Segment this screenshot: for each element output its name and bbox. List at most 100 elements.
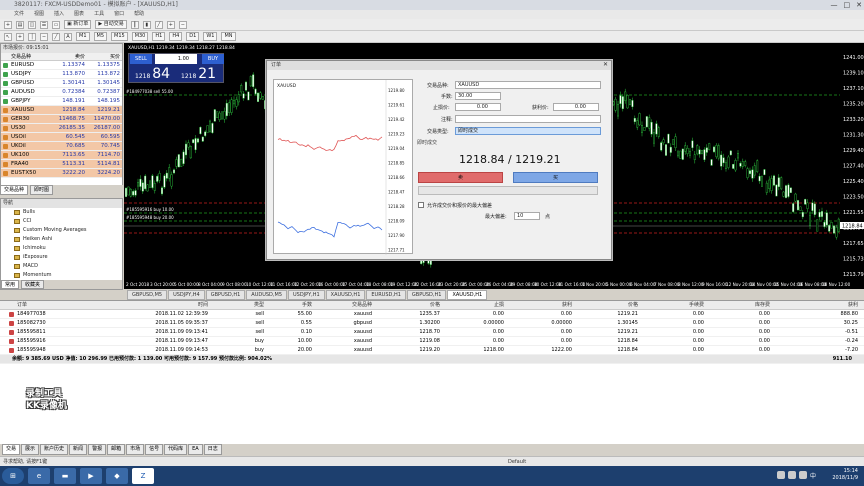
new-order-button[interactable]: ▣ 新订单 [64,20,92,29]
chart-tab[interactable]: EURUSD,H1 [366,290,406,300]
one-click-volume[interactable]: 1.00 [155,54,197,64]
menu-item[interactable]: 插入 [54,10,64,19]
market-watch-row[interactable]: EURUSD 1.13374 1.13375 [1,61,122,70]
one-click-sell-price[interactable]: 1218 84 [135,66,181,83]
order-row[interactable]: 185595948 2018.11.09 09:14:53 buy 20.00 xauu… [0,346,864,355]
buy-button[interactable]: 买 [513,172,598,183]
timeframe-button[interactable]: W1 [203,32,218,41]
column-header[interactable]: 类型 [208,301,264,309]
timeframe-button[interactable]: D1 [186,32,200,41]
maximize-button[interactable]: □ [844,1,851,9]
order-row[interactable]: 185082730 2018.11.05 09:35:37 sell 0.55 gbpu… [0,319,864,328]
indicator-item[interactable]: CCI [1,217,122,226]
market-watch-row[interactable]: USOil 60.545 60.595 [1,133,122,142]
column-header[interactable]: 止损 [440,301,504,309]
navigator-tab[interactable]: 收藏夹 [21,280,45,289]
market-watch-row[interactable]: EUSTX50 3222.20 3224.20 [1,169,122,178]
zoom-in-icon[interactable]: + [166,20,175,29]
menu-item[interactable]: 窗口 [114,10,124,19]
text-icon[interactable]: A [64,32,72,41]
terminal-tab[interactable]: 账户历史 [40,444,69,455]
terminal-tab[interactable]: 日志 [203,444,222,455]
taskbar-clock[interactable]: 15:14 2018/11/9 [832,468,858,482]
terminal-icon[interactable]: ▭ [52,20,60,29]
indicator-item[interactable]: Bulls [1,208,122,217]
timeframe-button[interactable]: M30 [131,32,149,41]
folder-icon[interactable]: ▬ [54,468,76,484]
column-header[interactable]: 价格 [372,301,440,309]
market-watch-row[interactable]: GBPJPY 148.191 148.195 [1,97,122,106]
zoom-out-icon[interactable]: − [178,20,187,29]
new-chart-icon[interactable]: + [4,20,12,29]
player-icon[interactable]: ▶ [80,468,102,484]
bar-chart-icon[interactable]: ┃ [130,20,139,29]
chart-tab[interactable]: GBPUSD,H1 [406,290,447,300]
timeframe-button[interactable]: M15 [111,32,128,41]
navigator-tab[interactable]: 常用 [1,280,20,289]
market-watch-tab[interactable]: 即时图 [30,185,54,195]
indicator-item[interactable]: Custom Moving Averages [1,226,122,235]
timeframe-button[interactable]: M1 [76,32,90,41]
tray-icon[interactable] [787,471,796,479]
one-click-buy-button[interactable]: BUY [202,54,224,64]
tp-input[interactable]: 0.00 [553,103,599,111]
minimize-button[interactable]: — [831,1,838,9]
tray-icon[interactable] [776,471,785,479]
terminal-tab[interactable]: 交易 [2,444,21,455]
order-row[interactable]: 185595916 2018.11.09 09:13:47 buy 10.00 xauu… [0,337,864,346]
comment-input[interactable] [455,115,601,123]
column-header[interactable]: 手续费 [638,301,704,309]
menu-item[interactable]: 文件 [14,10,24,19]
chart-tab[interactable]: USDJPY,H4 [168,290,205,300]
volume-input[interactable]: 30.00 [455,92,501,100]
order-row[interactable]: 184977038 2018.11.02 12:39:39 sell 55.00 xau… [0,310,864,319]
terminal-tab[interactable]: 展示 [21,444,40,455]
line-chart-icon[interactable]: ╱ [154,20,163,29]
market-watch-row[interactable]: XAUUSD 1218.84 1219.21 [1,106,122,115]
max-dev-input[interactable]: 10 [514,212,540,220]
column-header[interactable]: 获利 [770,301,864,309]
browser-icon[interactable]: e [28,468,50,484]
order-row[interactable]: 185595811 2018.11.09 09:13:41 sell 0.10 xauu… [0,328,864,337]
timeframe-button[interactable]: M5 [93,32,107,41]
column-header[interactable]: 获利 [504,301,572,309]
chart-tab[interactable]: XAUUSD,H1 [447,290,488,300]
menu-item[interactable]: 工具 [94,10,104,19]
indicator-item[interactable]: MACD [1,262,122,271]
menu-item[interactable]: 图表 [74,10,84,19]
terminal-tab[interactable]: 市场 [126,444,145,455]
market-watch-row[interactable]: US30 26185.35 26187.00 [1,124,122,133]
timeframe-button[interactable]: H4 [169,32,183,41]
sell-button[interactable]: 卖 [418,172,503,183]
column-header[interactable]: 时间 [130,301,208,309]
profiles-icon[interactable]: ▤ [16,20,24,29]
chart-tab[interactable]: XAUUSD,H1 [325,290,366,300]
navigator-icon[interactable]: ☰ [40,20,48,29]
chart-tab[interactable]: GBPUSD,M5 [127,290,168,300]
timeframe-button[interactable]: MN [221,32,236,41]
ime-indicator[interactable]: 中 [810,471,816,480]
terminal-tab[interactable]: 信号 [145,444,164,455]
dialog-close-icon[interactable]: ✕ [603,61,608,68]
column-header[interactable]: 订单 [0,301,130,309]
market-watch-icon[interactable]: ◫ [28,20,36,29]
app-icon[interactable]: ◆ [106,468,128,484]
terminal-tab[interactable]: 邮箱 [107,444,126,455]
start-icon[interactable]: ⊞ [2,468,24,484]
chart-tab[interactable]: GBPUSD,H1 [205,290,246,300]
indicator-item[interactable]: Momentum [1,271,122,280]
market-watch-tab[interactable]: 交易品种 [0,185,29,195]
market-watch-row[interactable]: GER30 11468.75 11470.00 [1,115,122,124]
column-header[interactable]: 手数 [264,301,312,309]
market-watch-row[interactable]: USDJPY 113.870 113.872 [1,70,122,79]
menu-item[interactable]: 视图 [34,10,44,19]
one-click-sell-button[interactable]: SELL [130,54,152,64]
crosshair-icon[interactable]: + [16,32,24,41]
autotrade-button[interactable]: ▶ 自动交易 [95,20,127,29]
menu-item[interactable]: 帮助 [134,10,144,19]
market-watch-row[interactable]: UKOil 70.685 70.745 [1,142,122,151]
mt4-icon[interactable]: Z [132,468,154,484]
cursor-icon[interactable]: ↖ [4,32,12,41]
trendline-icon[interactable]: ╱ [52,32,60,41]
chart-tab[interactable]: AUDUSD,M5 [246,290,287,300]
